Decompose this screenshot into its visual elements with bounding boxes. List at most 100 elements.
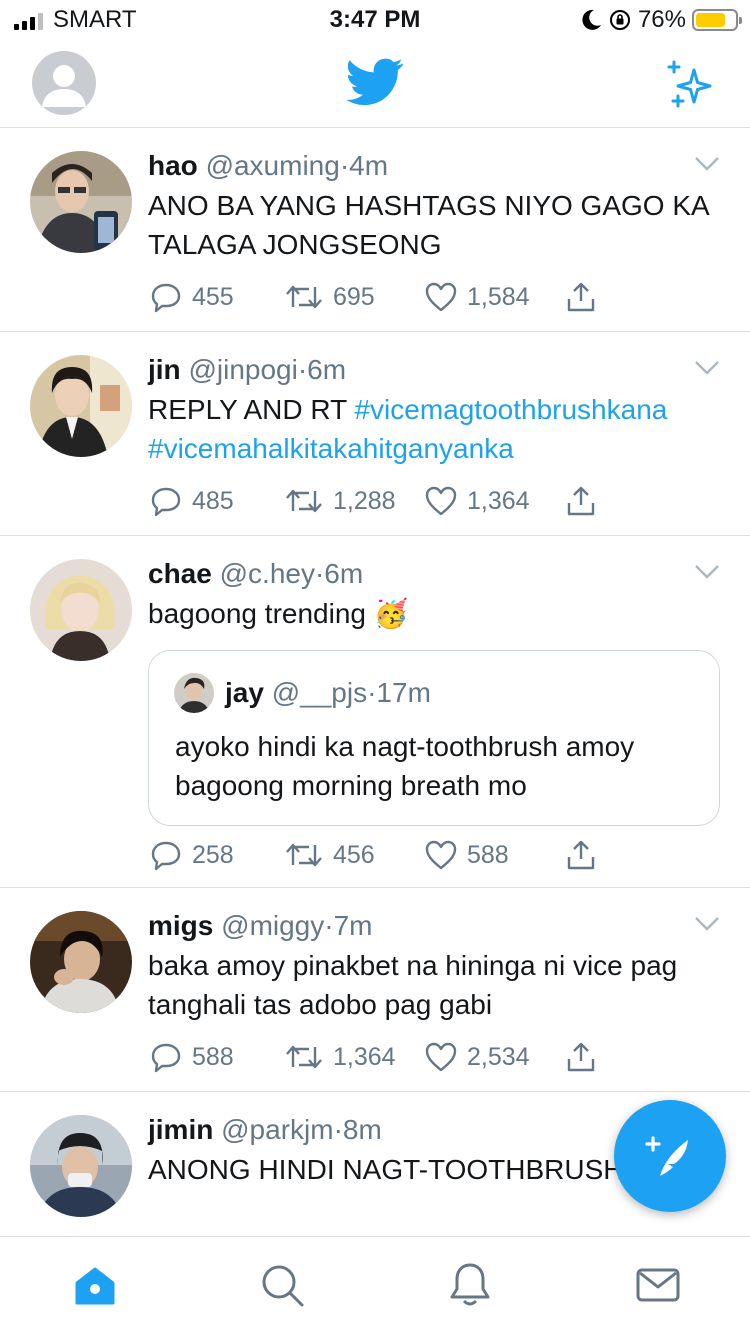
like-count: 2,534 [467, 1042, 530, 1071]
heart-icon [425, 840, 457, 870]
chevron-down-icon[interactable] [694, 916, 720, 932]
tweet-actions: 455 695 1,584 [150, 280, 597, 314]
share-icon [567, 1042, 595, 1072]
tweet-text-body: REPLY AND RT [148, 394, 347, 425]
author-handle[interactable]: @axuming [206, 150, 340, 181]
tweet-text: bagoong trending 🥳 [148, 594, 718, 633]
tweet[interactable]: hao @axuming·4m ANO BA YANG HASHTAGS NIY… [0, 128, 750, 332]
reply-icon [151, 1043, 181, 1073]
status-bar: SMART 3:47 PM 76% [0, 0, 750, 40]
author-handle[interactable]: @miggy [221, 910, 324, 941]
retweet-icon [286, 843, 322, 867]
tweet-text-body: bagoong trending [148, 598, 366, 629]
like-button[interactable]: 588 [425, 840, 565, 870]
hashtag-link[interactable]: #vicemahalkitakahitganyanka [148, 433, 514, 464]
tweet-time: 4m [349, 150, 389, 181]
chevron-down-icon[interactable] [694, 564, 720, 580]
avatar[interactable] [30, 355, 132, 457]
tweet-time: 7m [333, 910, 373, 941]
tweet[interactable]: chae @c.hey·6m bagoong trending 🥳 jay @_… [0, 536, 750, 888]
retweet-button[interactable]: 1,288 [285, 487, 425, 516]
share-button[interactable] [565, 485, 597, 517]
author-handle[interactable]: @jinpogi [188, 354, 297, 385]
reply-count: 455 [192, 282, 234, 311]
like-button[interactable]: 1,364 [425, 486, 565, 516]
notifications-icon[interactable] [446, 1261, 494, 1309]
reply-button[interactable]: 258 [150, 839, 285, 871]
tweet-text: REPLY AND RT #vicemagtoothbrushkana #vice… [148, 390, 718, 468]
author-name[interactable]: hao [148, 150, 198, 181]
quoted-author-name: jay [225, 677, 264, 708]
author-name[interactable]: jimin [148, 1114, 213, 1145]
retweet-button[interactable]: 695 [285, 283, 425, 312]
reply-count: 588 [192, 1042, 234, 1071]
quoted-tweet[interactable]: jay @__pjs·17m ayoko hindi ka nagt-tooth… [148, 650, 720, 826]
avatar [174, 673, 214, 713]
avatar[interactable] [30, 151, 132, 253]
author-name[interactable]: jin [148, 354, 181, 385]
orientation-lock-icon [609, 10, 630, 30]
reply-icon [151, 283, 181, 313]
like-count: 588 [467, 840, 509, 869]
tweet-actions: 258 456 588 [150, 838, 597, 872]
battery-icon [692, 9, 742, 31]
chevron-down-icon[interactable] [694, 156, 720, 172]
moon-icon [582, 9, 601, 30]
default-avatar-icon [42, 65, 86, 107]
tweet[interactable]: migs @miggy·7m baka amoy pinakbet na hin… [0, 888, 750, 1092]
reply-button[interactable]: 485 [150, 485, 285, 517]
share-button[interactable] [565, 281, 597, 313]
tweet[interactable]: jin @jinpogi·6m REPLY AND RT #vicemagtoo… [0, 332, 750, 536]
like-count: 1,364 [467, 486, 530, 515]
heart-icon [425, 282, 457, 312]
retweet-icon [286, 1045, 322, 1069]
compose-tweet-button[interactable] [614, 1100, 726, 1212]
retweet-button[interactable]: 1,364 [285, 1043, 425, 1072]
share-icon [567, 486, 595, 516]
bottom-tab-bar [0, 1236, 750, 1334]
sparkle-icon[interactable] [664, 60, 714, 110]
battery-percent: 76% [637, 6, 686, 33]
tweet-actions: 588 1,364 2,534 [150, 1040, 597, 1074]
retweet-count: 1,288 [333, 486, 396, 515]
reply-icon [151, 487, 181, 517]
author-name[interactable]: chae [148, 558, 212, 589]
retweet-count: 695 [333, 282, 375, 311]
quoted-tweet-text: ayoko hindi ka nagt-toothbrush amoy bago… [175, 731, 635, 801]
author-name[interactable]: migs [148, 910, 213, 941]
hashtag-link[interactable]: #vicemagtoothbrushkana [354, 394, 667, 425]
separator-dot: · [324, 910, 334, 941]
like-button[interactable]: 1,584 [425, 282, 565, 312]
retweet-icon [286, 285, 322, 309]
share-button[interactable] [565, 839, 597, 871]
heart-icon [425, 1042, 457, 1072]
heart-icon [425, 486, 457, 516]
avatar[interactable] [30, 1115, 132, 1217]
retweet-icon [286, 489, 322, 513]
reply-count: 485 [192, 486, 234, 515]
chevron-down-icon[interactable] [694, 360, 720, 376]
retweet-count: 456 [333, 840, 375, 869]
separator-dot: · [314, 558, 325, 589]
retweet-button[interactable]: 456 [285, 841, 425, 870]
like-button[interactable]: 2,534 [425, 1042, 565, 1072]
separator-dot: · [333, 1114, 343, 1145]
author-handle[interactable]: @parkjm [221, 1114, 333, 1145]
share-icon [567, 840, 595, 870]
author-handle[interactable]: @c.hey [220, 558, 315, 589]
separator-dot: · [339, 150, 350, 181]
reply-button[interactable]: 455 [150, 281, 285, 313]
reply-icon [151, 841, 181, 871]
messages-icon[interactable] [634, 1261, 682, 1309]
profile-avatar-button[interactable] [32, 51, 96, 115]
tweet-text: baka amoy pinakbet na hininga ni vice pa… [148, 950, 678, 1020]
reply-count: 258 [192, 840, 234, 869]
quoted-author-handle: @__pjs [271, 677, 368, 708]
compose-feather-icon [645, 1136, 688, 1176]
share-button[interactable] [565, 1041, 597, 1073]
avatar[interactable] [30, 559, 132, 661]
home-icon[interactable] [71, 1261, 119, 1309]
search-icon[interactable] [258, 1261, 306, 1309]
reply-button[interactable]: 588 [150, 1041, 285, 1073]
avatar[interactable] [30, 911, 132, 1013]
